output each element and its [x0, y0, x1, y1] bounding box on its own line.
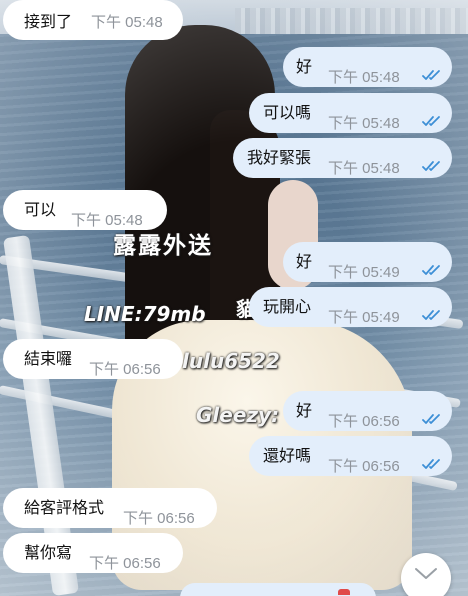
- message-time: 下午 06:56: [328, 413, 400, 430]
- message-outgoing[interactable]: 好 下午 05:49: [283, 242, 452, 282]
- message-text: 給客評格式: [24, 498, 105, 517]
- message-text: 好: [296, 57, 313, 76]
- message-incoming[interactable]: 接到了 下午 05:48: [3, 0, 183, 40]
- message-time: 下午 05:49: [328, 309, 400, 326]
- double-check-icon: [422, 116, 440, 126]
- message-time: 下午 06:56: [89, 555, 161, 572]
- message-text: 好: [296, 401, 313, 420]
- scroll-down-button[interactable]: [401, 553, 451, 596]
- watermark-user-id: lulu6522: [182, 349, 280, 373]
- message-incoming[interactable]: 幫你寫 下午 06:56: [3, 533, 183, 573]
- double-check-icon: [422, 459, 440, 469]
- double-check-icon: [422, 265, 440, 275]
- message-text: 玩開心: [263, 297, 312, 316]
- double-check-icon: [422, 414, 440, 424]
- chevron-down-icon: [415, 568, 437, 579]
- message-text: 可以嗎: [263, 103, 312, 122]
- message-time: 下午 05:48: [71, 212, 143, 229]
- message-text: 幫你寫: [24, 543, 73, 562]
- message-text: 還好嗎: [263, 446, 312, 465]
- message-outgoing[interactable]: 玩開心 下午 05:49: [249, 287, 452, 327]
- message-time: 下午 05:48: [328, 115, 400, 132]
- message-incoming[interactable]: 結束囉 下午 06:56: [3, 339, 183, 379]
- message-time: 下午 05:48: [91, 14, 163, 31]
- message-text: 我好緊張: [247, 148, 312, 167]
- watermark-brand: 露露外送: [113, 233, 213, 259]
- message-incoming[interactable]: 給客評格式 下午 06:56: [3, 488, 217, 528]
- double-check-icon: [422, 310, 440, 320]
- message-incoming[interactable]: 可以 下午 05:48: [3, 190, 167, 230]
- message-outgoing[interactable]: 還好嗎 下午 06:56: [249, 436, 452, 476]
- message-outgoing[interactable]: 我好緊張 下午 05:48: [233, 138, 452, 178]
- double-check-icon: [422, 161, 440, 171]
- watermark-line-id: LINE:79mb: [84, 302, 206, 326]
- message-text: 結束囉: [24, 349, 73, 368]
- message-outgoing[interactable]: 可以嗎 下午 05:48: [249, 93, 452, 133]
- message-time: 下午 06:56: [123, 510, 195, 527]
- message-text: 好: [296, 252, 313, 271]
- message-time: 下午 05:49: [328, 264, 400, 281]
- message-text: 接到了: [24, 12, 73, 31]
- reaction-partial: [338, 589, 350, 595]
- watermark-gleezy: Gleezy:: [196, 403, 280, 427]
- message-text: 可以: [24, 200, 57, 219]
- message-time: 下午 06:56: [89, 361, 161, 378]
- message-outgoing[interactable]: 好 下午 05:48: [283, 47, 452, 87]
- double-check-icon: [422, 70, 440, 80]
- message-time: 下午 06:56: [328, 458, 400, 475]
- message-time: 下午 05:48: [328, 160, 400, 177]
- message-time: 下午 05:48: [328, 69, 400, 86]
- message-outgoing[interactable]: 好 下午 06:56: [283, 391, 452, 431]
